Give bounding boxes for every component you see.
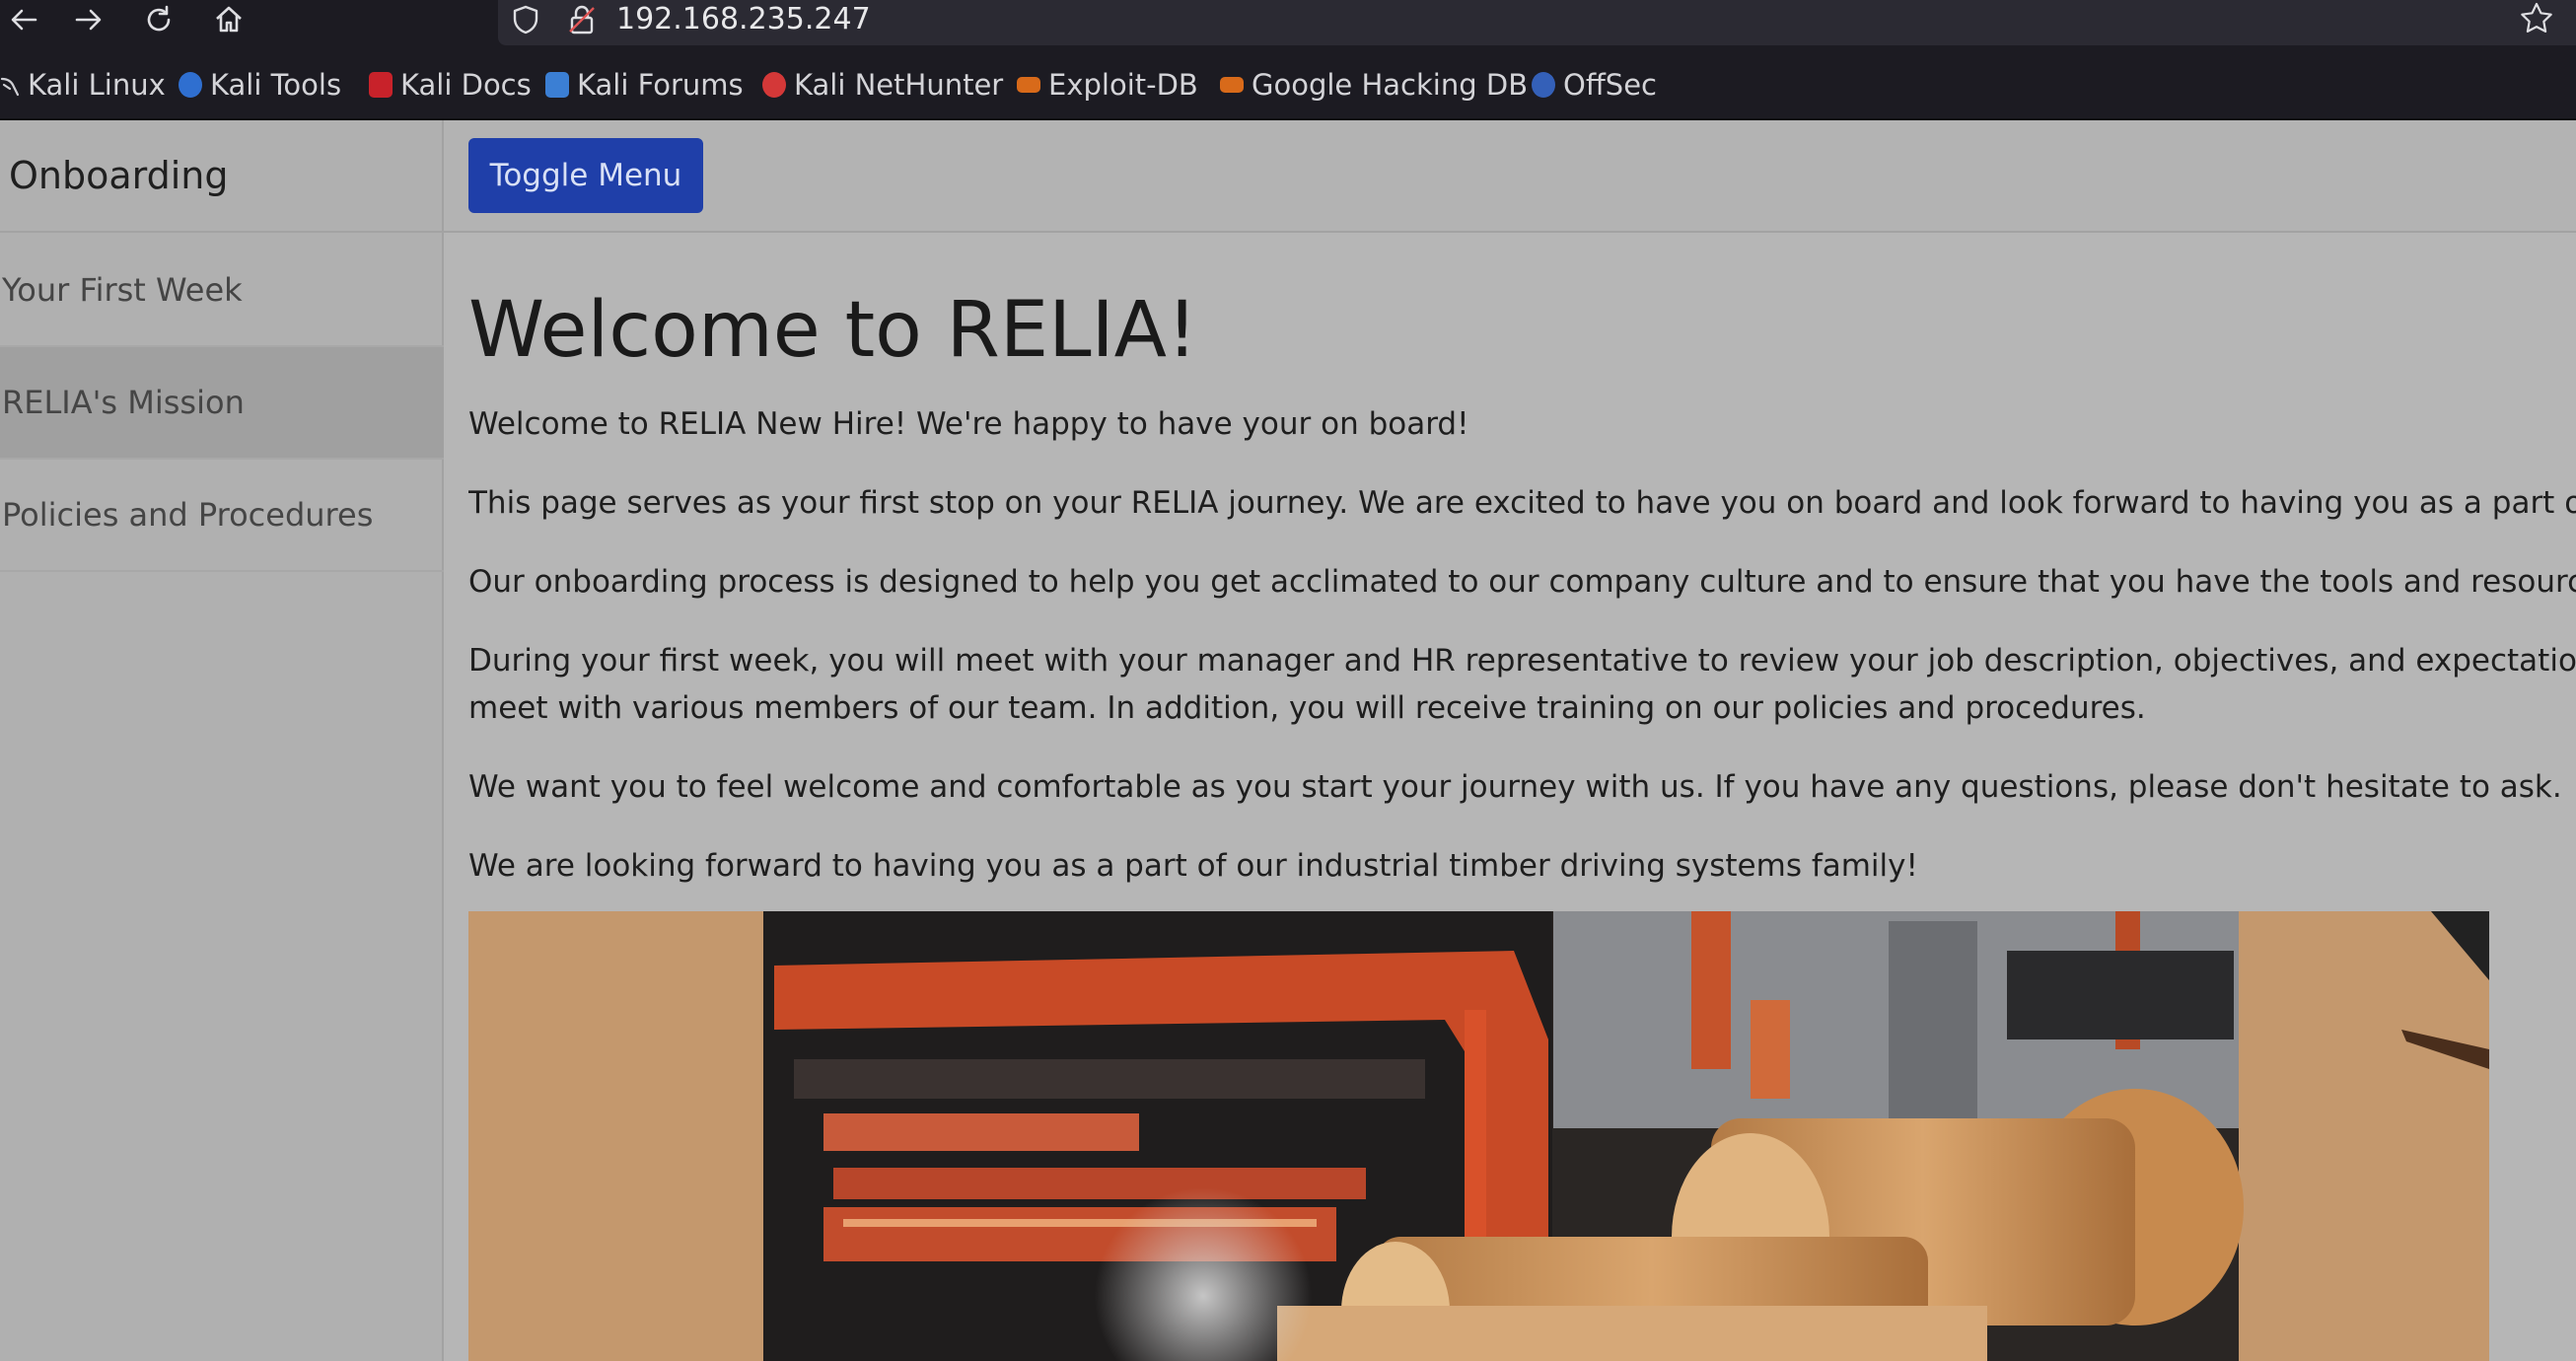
sidebar: Onboarding Your First Week RELIA's Missi… [0, 120, 444, 1361]
bookmark-label: Kali Forums [577, 68, 744, 102]
browser-toolbar: 192.168.235.247 [0, 0, 2576, 47]
first-week-paragraph-line-2: meet with various members of our team. I… [468, 690, 2146, 726]
bookmark-kali-tools[interactable]: Kali Tools [179, 63, 341, 107]
reload-icon[interactable] [135, 0, 182, 39]
closing-paragraph: We are looking forward to having you as … [468, 848, 1918, 884]
insecure-lock-icon[interactable] [564, 2, 600, 37]
sidebar-item-relias-mission[interactable]: RELIA's Mission [0, 347, 444, 460]
bookmark-offsec[interactable]: OffSec [1532, 63, 1657, 107]
back-arrow-icon[interactable] [0, 0, 47, 39]
page-viewport: Onboarding Your First Week RELIA's Missi… [0, 120, 2576, 1361]
main-content: Welcome to RELIA! Welcome to RELIA New H… [468, 233, 2576, 1361]
bookmark-star-icon[interactable] [2518, 0, 2557, 39]
exploit-db-icon [1017, 77, 1040, 93]
ghdb-icon [1220, 77, 1244, 93]
tracking-protection-shield-icon[interactable] [508, 2, 543, 37]
first-week-paragraph-line-1: During your first week, you will meet wi… [468, 643, 2576, 679]
kali-nethunter-icon [762, 72, 786, 98]
sidebar-item-your-first-week[interactable]: Your First Week [0, 235, 444, 347]
bookmark-kali-linux[interactable]: Kali Linux [0, 63, 166, 107]
sidebar-item-policies-and-procedures[interactable]: Policies and Procedures [0, 460, 444, 572]
bookmark-label: Exploit-DB [1048, 68, 1198, 102]
kali-dragon-icon [0, 72, 20, 98]
page-title: Welcome to RELIA! [468, 286, 1198, 375]
kali-tools-icon [179, 72, 202, 98]
kali-forums-icon [545, 72, 569, 98]
bookmark-kali-nethunter[interactable]: Kali NetHunter [762, 63, 1003, 107]
toggle-menu-button[interactable]: Toggle Menu [468, 138, 703, 213]
forward-arrow-icon[interactable] [65, 0, 112, 39]
bookmark-google-hacking-db[interactable]: Google Hacking DB [1220, 63, 1528, 107]
intro-paragraph: Welcome to RELIA New Hire! We're happy t… [468, 406, 1469, 442]
bookmark-label: Google Hacking DB [1252, 68, 1529, 102]
onboarding-paragraph: Our onboarding process is designed to he… [468, 564, 2576, 600]
hero-image-timber-machinery [468, 911, 2489, 1361]
bookmark-label: Kali Tools [210, 68, 342, 102]
bookmark-exploit-db[interactable]: Exploit-DB [1017, 63, 1198, 107]
bookmark-label: Kali NetHunter [794, 68, 1004, 102]
home-icon[interactable] [205, 0, 252, 39]
url-text[interactable]: 192.168.235.247 [616, 0, 871, 39]
bookmark-label: Kali Linux [28, 68, 166, 102]
sidebar-heading: Onboarding [0, 120, 444, 233]
bookmark-kali-docs[interactable]: Kali Docs [369, 63, 532, 107]
journey-paragraph: This page serves as your first stop on y… [468, 485, 2576, 521]
offsec-icon [1532, 72, 1555, 98]
bookmarks-toolbar: Kali Linux Kali Tools Kali Docs Kali For… [0, 47, 2576, 120]
top-navbar: Toggle Menu [444, 120, 2576, 233]
bookmark-kali-forums[interactable]: Kali Forums [545, 63, 744, 107]
kali-docs-icon [369, 72, 393, 98]
welcome-paragraph: We want you to feel welcome and comforta… [468, 769, 2562, 805]
bookmark-label: OffSec [1563, 68, 1658, 102]
bookmark-label: Kali Docs [400, 68, 532, 102]
